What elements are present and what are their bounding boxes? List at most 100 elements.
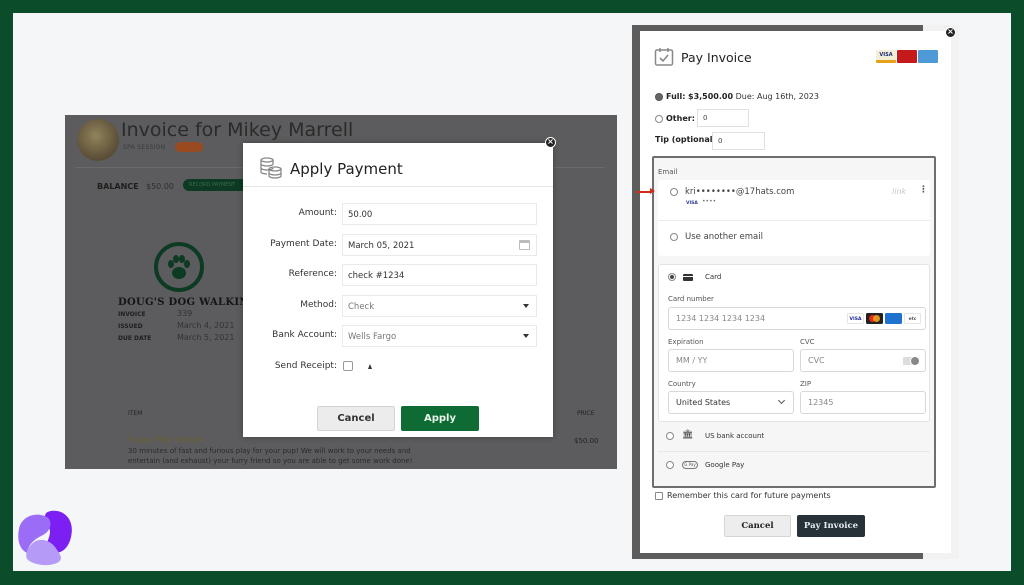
modal-title: Pay Invoice	[681, 50, 752, 65]
bank-account-value: Wells Fargo	[348, 332, 397, 342]
status-tag	[175, 142, 203, 152]
send-receipt-row: Send Receipt:	[243, 356, 553, 378]
cvc-input[interactable]: CVC	[800, 349, 926, 372]
google-pay-option[interactable]: G Pay Google Pay	[658, 452, 930, 480]
stripe-payment-element: Email kri••••••••@17hats.com VISA •••• l…	[636, 156, 936, 488]
pay-invoice-modal: × Pay Invoice VISA Full: $3,500.00 Due: …	[636, 27, 956, 553]
google-pay-radio[interactable]	[666, 461, 674, 469]
invoice-number-label: INVOICE	[118, 311, 146, 318]
email-label: Email	[658, 168, 678, 176]
modal-title: Apply Payment	[290, 160, 403, 178]
full-label: Full:	[666, 92, 686, 101]
line-item-name: Puppy Play Session	[128, 435, 205, 444]
method-row: Method: Check	[243, 295, 553, 317]
country-value: United States	[676, 398, 731, 407]
saved-card-mask: ••••	[702, 198, 717, 205]
full-amount: $3,500.00	[688, 92, 734, 101]
tip-label: Tip (optional):	[655, 135, 719, 144]
use-another-email[interactable]: Use another email	[685, 232, 763, 242]
business-logo	[154, 242, 204, 292]
issued-value: March 4, 2021	[177, 321, 235, 330]
tip-label-text: Tip (optional):	[655, 135, 720, 144]
mastercard-icon	[897, 50, 917, 63]
red-arrow-annotation	[636, 188, 655, 194]
caret-down-icon	[523, 304, 529, 308]
country-label: Country	[668, 380, 696, 388]
visa-card-icon: VISA	[876, 50, 896, 63]
mastercard-icon	[866, 313, 883, 324]
card-number-input[interactable]: 1234 1234 1234 1234 VISA etc	[668, 307, 926, 330]
cvc-card-icon	[903, 356, 920, 366]
invoice-number-value: 339	[177, 309, 193, 318]
saved-email-radio[interactable]	[670, 188, 678, 196]
method-value: Check	[348, 302, 375, 312]
bank-account-label: Bank Account:	[272, 330, 337, 340]
payment-date-row: Payment Date: March 05, 2021	[243, 234, 553, 256]
saved-card-brand: VISA	[686, 201, 698, 206]
amex-card-icon	[918, 50, 938, 63]
apply-button[interactable]: Apply	[401, 406, 479, 431]
other-amount-input[interactable]: 0	[697, 109, 749, 127]
brand-logo-icon	[18, 510, 72, 566]
amount-row: Amount: 50.00	[243, 203, 553, 225]
accepted-cards: VISA	[876, 50, 938, 63]
bank-account-select[interactable]: Wells Fargo	[342, 325, 537, 347]
full-amount-radio[interactable]	[655, 93, 663, 101]
remember-card-checkbox[interactable]	[655, 492, 663, 500]
item-column-header: ITEM	[128, 410, 143, 417]
card-brand-icons: VISA etc	[847, 313, 921, 324]
amount-input[interactable]: 50.00	[342, 203, 537, 225]
card-option-label: Card	[705, 273, 722, 281]
bank-account-row: Bank Account: Wells Fargo	[243, 325, 553, 347]
record-payment-pill[interactable]: RECORD PAYMENT	[183, 179, 247, 191]
bank-radio[interactable]	[666, 432, 674, 440]
apply-payment-modal: × Apply Payment Amount: 50.00 Payment Da…	[243, 137, 556, 437]
paw-icon	[168, 255, 190, 279]
tip-input[interactable]: 0	[712, 132, 765, 150]
close-icon[interactable]: ×	[945, 27, 956, 38]
card-radio[interactable]	[668, 273, 676, 281]
send-receipt-checkbox[interactable]	[343, 361, 353, 371]
payment-date-input[interactable]: March 05, 2021	[342, 234, 537, 256]
balance-label: BALANCE	[97, 182, 139, 191]
reference-input[interactable]: check #1234	[342, 264, 537, 286]
payment-date-label: Payment Date:	[270, 239, 337, 249]
more-brands-icon: etc	[904, 313, 921, 324]
pay-invoice-button[interactable]: Pay Invoice	[797, 515, 865, 537]
other-label: Other:	[666, 114, 695, 123]
zip-input[interactable]: 12345	[800, 391, 926, 414]
calendar-check-icon	[654, 48, 674, 66]
visa-icon: VISA	[847, 313, 864, 324]
credit-card-icon	[683, 274, 693, 281]
full-amount-label: Full: $3,500.00 Due: Aug 16th, 2023	[666, 92, 819, 101]
bank-account-option[interactable]: 🏛 US bank account	[658, 423, 930, 451]
due-date: Due: Aug 16th, 2023	[735, 92, 819, 101]
cancel-button[interactable]: Cancel	[317, 406, 395, 431]
more-options-icon[interactable]: ⋮	[919, 185, 928, 195]
country-select[interactable]: United States	[668, 391, 794, 414]
send-receipt-label: Send Receipt:	[274, 361, 337, 371]
method-label: Method:	[300, 300, 337, 310]
bank-icon: 🏛	[682, 430, 694, 440]
business-name: DOUG'S DOG WALKING	[118, 297, 258, 308]
expiration-label: Expiration	[668, 338, 704, 346]
zip-label: ZIP	[800, 380, 812, 388]
email-options: kri••••••••@17hats.com VISA •••• link ⋮ …	[636, 180, 930, 256]
amex-icon	[885, 313, 902, 324]
another-email-radio[interactable]	[670, 233, 678, 241]
card-payment-panel: Card Card number 1234 1234 1234 1234 VIS…	[658, 264, 930, 422]
card-number-label: Card number	[668, 295, 714, 303]
due-date-label: DUE DATE	[118, 335, 152, 342]
expiration-input[interactable]: MM / YY	[668, 349, 794, 372]
line-item-price: $50.00	[574, 437, 599, 445]
chevron-down-icon	[777, 396, 786, 405]
divider	[658, 220, 930, 221]
method-select[interactable]: Check	[342, 295, 537, 317]
payment-date-value: March 05, 2021	[348, 241, 415, 251]
other-amount-radio[interactable]	[655, 115, 663, 123]
calendar-icon[interactable]	[519, 240, 530, 250]
cancel-button[interactable]: Cancel	[724, 515, 791, 537]
price-column-header: PRICE	[577, 410, 595, 417]
client-avatar	[77, 119, 119, 161]
modal-header: Apply Payment	[243, 143, 553, 187]
